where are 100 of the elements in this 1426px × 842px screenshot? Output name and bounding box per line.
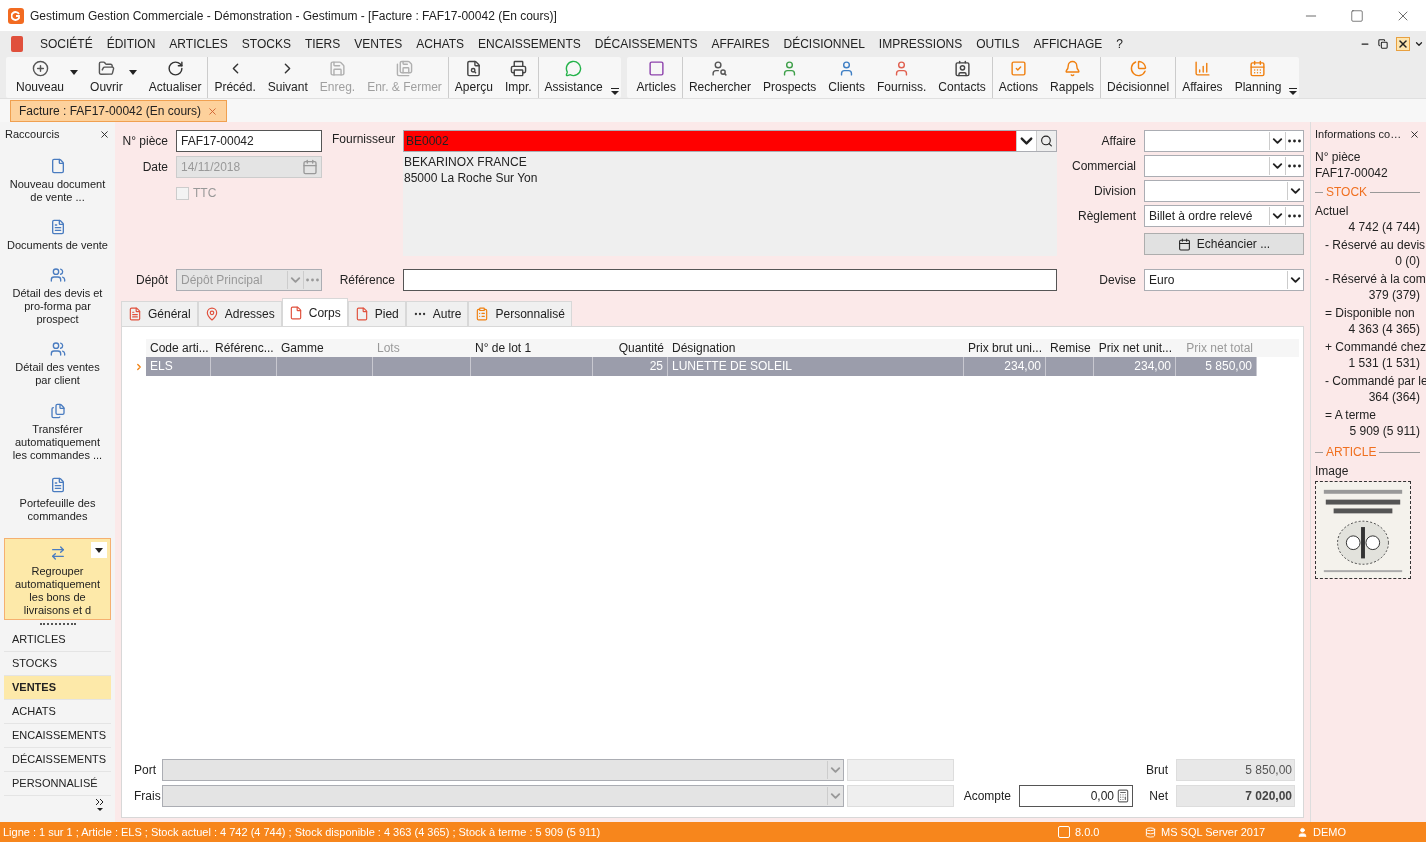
toolbar-button[interactable]: Fourniss. <box>871 57 933 98</box>
reference-field[interactable] <box>403 269 1057 291</box>
column-header[interactable]: Prix net unit... <box>1094 339 1176 357</box>
stock-value: 0 (0) <box>1395 253 1421 269</box>
division-field[interactable] <box>1144 180 1304 202</box>
shortcut-item[interactable]: Documents de vente <box>4 219 111 253</box>
restore-icon[interactable] <box>1378 39 1388 49</box>
calendar-icon <box>302 159 318 175</box>
shortcut-item[interactable]: Regrouper automatiquement les bons de livraisons et d <box>4 537 111 620</box>
tab[interactable]: Adresses <box>197 301 282 326</box>
menu-item[interactable]: ? <box>1109 35 1130 53</box>
menu-item[interactable]: STOCKS <box>234 35 298 53</box>
fees-field[interactable] <box>162 785 844 807</box>
column-header[interactable]: N° de lot 1 <box>471 339 593 357</box>
menu-item[interactable]: DÉCAISSEMENTS <box>587 35 705 53</box>
section-heading: ARTICLE <box>1325 444 1378 461</box>
menu-item[interactable]: ARTICLES <box>162 35 235 53</box>
sidebar-section[interactable]: ACHATS <box>4 700 111 724</box>
overflow-icon[interactable] <box>1289 88 1298 95</box>
table-cell: 234,00 <box>1094 357 1176 376</box>
amount-field[interactable] <box>847 759 954 781</box>
column-header[interactable]: Remise <box>1046 339 1094 357</box>
document-tab[interactable]: Facture : FAF17-00042 (En cours) <box>10 100 228 122</box>
caret-icon[interactable] <box>91 541 107 558</box>
currency-field[interactable]: Euro <box>1144 269 1304 291</box>
tab[interactable]: Personnalisé <box>468 301 572 326</box>
menu-item[interactable]: ÉDITION <box>99 35 163 53</box>
deposit-field[interactable]: 0,00 <box>1019 785 1133 807</box>
shortcut-item[interactable]: Transférer automatiquement les commandes ... <box>4 402 111 462</box>
toolbar-button[interactable]: Rappels <box>1044 57 1101 98</box>
table-cell: 5 850,00 <box>1176 357 1257 376</box>
toolbar-button[interactable]: Planning <box>1228 57 1288 98</box>
toolbar-button[interactable]: Affaires <box>1176 57 1229 98</box>
menu-item[interactable]: AFFICHAGE <box>1026 35 1110 53</box>
menu-item[interactable]: ENCAISSEMENTS <box>471 35 588 53</box>
sidebar-section[interactable]: PERSONNALISÉ <box>4 772 111 796</box>
overflow-icon[interactable] <box>1414 39 1424 49</box>
column-header[interactable]: Référenc... <box>211 339 277 357</box>
toolbar-button[interactable]: Décisionnel <box>1101 57 1176 98</box>
toolbar-button[interactable]: Assistance <box>538 57 609 98</box>
sidebar-section[interactable]: DÉCAISSEMENTS <box>4 748 111 772</box>
supplier-field[interactable]: BE0002 <box>403 130 1057 152</box>
close-icon[interactable] <box>99 128 110 140</box>
affaire-field[interactable] <box>1144 130 1304 152</box>
column-header[interactable]: Quantité <box>593 339 668 357</box>
field-label: Brut <box>1146 762 1169 779</box>
ellipsis-icon <box>1285 132 1303 150</box>
tab[interactable]: Autre <box>405 301 469 326</box>
toolbar-button[interactable]: Précéd. <box>208 57 262 98</box>
sidebar-section[interactable]: ARTICLES <box>4 628 111 652</box>
toolbar-button[interactable]: Rechercher <box>682 57 757 98</box>
table-cell: 25 <box>593 357 668 376</box>
sidebar-section[interactable]: VENTES <box>4 676 111 700</box>
commercial-field[interactable] <box>1144 155 1304 177</box>
toolbar-button[interactable]: Ouvrir <box>84 57 143 98</box>
shipping-field[interactable] <box>162 759 844 781</box>
shortcut-item[interactable]: Nouveau document de vente ... <box>4 158 111 204</box>
toolbar-button[interactable]: Actualiser <box>142 57 208 98</box>
toolbar-button[interactable]: Suivant <box>261 57 314 98</box>
more-icon[interactable] <box>95 798 105 812</box>
piece-number-field[interactable]: FAF17-00042 <box>176 130 322 152</box>
contact-card-icon <box>953 59 971 77</box>
toolbar-button[interactable]: Contacts <box>932 57 992 98</box>
menu-item[interactable]: IMPRESSIONS <box>871 35 970 53</box>
menu-item[interactable]: SOCIÉTÉ <box>33 35 100 53</box>
tab[interactable]: Général <box>121 301 198 326</box>
menu-item[interactable]: OUTILS <box>969 35 1027 53</box>
sidebar-section[interactable]: ENCAISSEMENTS <box>4 724 111 748</box>
overflow-icon[interactable] <box>610 88 619 95</box>
tab[interactable]: Corps <box>281 298 348 326</box>
column-header[interactable]: Gamme <box>277 339 373 357</box>
toolbar-button[interactable]: Clients <box>822 57 871 98</box>
column-header[interactable]: Code arti... <box>146 339 211 357</box>
stock-label: Actuel <box>1315 203 1350 219</box>
payment-field[interactable]: Billet à ordre relevé <box>1144 205 1304 227</box>
menu-item[interactable]: ACHATS <box>409 35 472 53</box>
schedule-button[interactable]: Echéancier ... <box>1144 233 1304 255</box>
shortcut-item[interactable]: Détail des devis et pro-forma par prospect <box>4 267 111 327</box>
chat-bubble-icon <box>565 59 583 77</box>
toolbar-button[interactable]: Actions <box>992 57 1045 98</box>
toolbar-button[interactable]: Prospects <box>756 57 823 98</box>
dropdown-arrow-icon <box>1269 132 1285 150</box>
amount-field[interactable] <box>847 785 954 807</box>
shortcut-item[interactable]: Portefeuille des commandes <box>4 476 111 523</box>
tab[interactable]: Pied <box>347 301 406 326</box>
maximize-icon[interactable] <box>1350 8 1364 23</box>
close-icon[interactable] <box>1396 37 1410 51</box>
toolbar-button[interactable]: Impr. <box>498 57 538 98</box>
close-icon[interactable] <box>1409 128 1420 140</box>
column-header[interactable]: Prix brut uni... <box>964 339 1046 357</box>
menu-item[interactable]: VENTES <box>347 35 410 53</box>
dropdown-arrow-icon <box>1269 157 1285 175</box>
column-header[interactable]: Désignation <box>668 339 964 357</box>
menu-item[interactable]: AFFAIRES <box>704 35 777 53</box>
menu-item[interactable]: DÉCISIONNEL <box>776 35 872 53</box>
shortcut-item[interactable]: Détail des ventes par client <box>4 341 111 388</box>
toolbar-button[interactable]: Articles <box>630 57 682 98</box>
menu-item[interactable]: TIERS <box>297 35 348 53</box>
toolbar-button[interactable]: Aperçu <box>448 57 499 98</box>
toolbar-button[interactable]: Nouveau <box>10 57 85 98</box>
